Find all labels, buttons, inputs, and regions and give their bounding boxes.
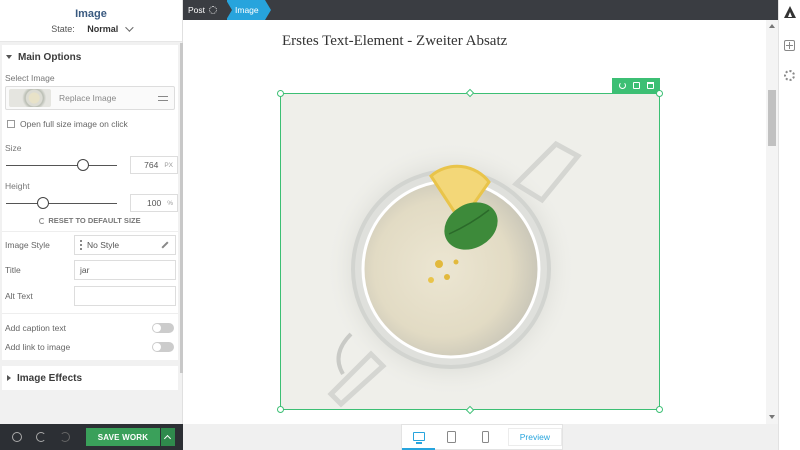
size-value: 764 bbox=[144, 160, 159, 170]
scroll-down-icon[interactable] bbox=[769, 415, 775, 419]
caret-right-icon bbox=[7, 375, 11, 381]
size-unit: PX bbox=[164, 161, 173, 169]
reset-label: RESET TO DEFAULT SIZE bbox=[48, 216, 141, 225]
device-switcher: Preview bbox=[401, 424, 563, 450]
height-control: 100 % bbox=[2, 193, 178, 213]
breadcrumb-image[interactable]: Image bbox=[226, 0, 271, 20]
link-option: Add link to image bbox=[2, 337, 178, 356]
height-label: Height bbox=[5, 181, 30, 191]
save-options-button[interactable] bbox=[161, 428, 175, 446]
height-slider-handle[interactable] bbox=[36, 196, 49, 209]
size-slider-track[interactable] bbox=[6, 158, 118, 171]
image-toolbar bbox=[612, 78, 660, 93]
alt-text-label: Alt Text bbox=[5, 291, 33, 301]
state-label: State: bbox=[51, 24, 75, 34]
replace-image-label: Replace Image bbox=[59, 93, 117, 103]
history-icon[interactable] bbox=[12, 432, 22, 442]
tablet-view-button[interactable] bbox=[435, 424, 468, 450]
desktop-view-button[interactable] bbox=[402, 424, 436, 450]
alt-text-row: Alt Text bbox=[2, 283, 178, 309]
pencil-icon[interactable] bbox=[161, 240, 169, 249]
state-selector[interactable]: State: Normal bbox=[0, 23, 182, 34]
resize-handle-bottom-right[interactable] bbox=[656, 406, 663, 413]
image-style-select[interactable]: No Style bbox=[74, 234, 176, 255]
tablet-icon bbox=[447, 431, 457, 443]
main-options-header[interactable]: Main Options bbox=[2, 45, 178, 69]
panel-header: Image State: Normal bbox=[0, 0, 182, 42]
chevron-down-icon bbox=[124, 23, 134, 32]
size-slider-handle[interactable] bbox=[76, 158, 89, 171]
right-toolbar bbox=[778, 0, 800, 450]
settings-panel: Image State: Normal Main Options Select … bbox=[0, 0, 183, 450]
panel-scroll-area: Main Options Select Image Replace Image … bbox=[0, 43, 180, 420]
title-label: Title bbox=[5, 265, 21, 275]
jar-photo bbox=[281, 94, 659, 409]
image-style-label: Image Style bbox=[5, 239, 50, 250]
replace-image-button[interactable]: Replace Image bbox=[5, 86, 175, 110]
caption-label: Add caption text bbox=[5, 322, 66, 333]
panel-title: Image bbox=[75, 8, 107, 20]
image-effects-header[interactable]: Image Effects bbox=[2, 366, 178, 390]
selected-image[interactable] bbox=[280, 93, 660, 410]
add-element-icon[interactable] bbox=[784, 40, 795, 51]
caption-toggle[interactable] bbox=[152, 322, 174, 333]
link-toggle[interactable] bbox=[152, 341, 174, 352]
image-style-row: Image Style No Style bbox=[2, 231, 178, 257]
size-control: 764 PX bbox=[2, 155, 178, 175]
state-value: Normal bbox=[87, 24, 119, 34]
drag-dots-icon bbox=[80, 239, 82, 250]
redo-icon[interactable] bbox=[60, 432, 70, 442]
gear-icon[interactable] bbox=[209, 6, 218, 14]
title-input[interactable]: jar bbox=[74, 260, 176, 280]
size-label: Size bbox=[5, 143, 22, 153]
resize-handle-top-left[interactable] bbox=[277, 90, 284, 97]
breadcrumb-post[interactable]: Post bbox=[183, 0, 227, 20]
image-effects-title: Image Effects bbox=[17, 372, 83, 384]
canvas-scroll-thumb[interactable] bbox=[768, 90, 776, 146]
resize-handle-bottom-left[interactable] bbox=[277, 406, 284, 413]
text-element-heading[interactable]: Erstes Text-Element - Zweiter Absatz bbox=[282, 33, 507, 50]
scroll-up-icon[interactable] bbox=[769, 24, 775, 28]
image-thumbnail bbox=[9, 89, 51, 107]
breadcrumb-post-label: Post bbox=[188, 5, 206, 15]
main-options-title: Main Options bbox=[18, 51, 82, 63]
caption-option: Add caption text bbox=[2, 318, 178, 337]
height-input[interactable]: 100 % bbox=[130, 194, 178, 212]
image-style-value: No Style bbox=[87, 239, 120, 250]
swap-icon bbox=[158, 94, 168, 102]
delete-icon[interactable] bbox=[646, 82, 654, 89]
link-label: Add link to image bbox=[5, 341, 71, 352]
open-full-size-checkbox[interactable] bbox=[7, 120, 15, 128]
select-image-label: Select Image bbox=[5, 73, 55, 83]
size-input[interactable]: 764 PX bbox=[130, 156, 178, 174]
reset-size-button[interactable]: RESET TO DEFAULT SIZE bbox=[2, 216, 178, 231]
desktop-icon bbox=[412, 431, 425, 444]
reset-icon bbox=[39, 218, 46, 224]
mobile-icon bbox=[481, 431, 489, 443]
height-slider-track[interactable] bbox=[6, 196, 118, 209]
canvas-scrollbar[interactable] bbox=[766, 20, 778, 424]
open-full-size-label: Open full size image on click bbox=[20, 119, 128, 129]
height-value: 100 bbox=[147, 198, 162, 208]
duplicate-icon[interactable] bbox=[632, 82, 640, 89]
preview-button[interactable]: Preview bbox=[507, 428, 562, 446]
open-full-size-option[interactable]: Open full size image on click bbox=[2, 118, 178, 130]
toggle-group: Add caption text Add link to image bbox=[2, 313, 178, 360]
undo-icon[interactable] bbox=[36, 432, 46, 442]
mobile-view-button[interactable] bbox=[469, 424, 502, 450]
panel-footer: SAVE WORK bbox=[0, 424, 183, 450]
breadcrumb-image-label: Image bbox=[235, 5, 259, 15]
save-work-button[interactable]: SAVE WORK bbox=[86, 428, 160, 446]
image-effects-section: Image Effects bbox=[2, 366, 178, 390]
main-options-section: Main Options Select Image Replace Image … bbox=[2, 45, 178, 360]
logo-icon[interactable] bbox=[784, 6, 796, 18]
height-unit: % bbox=[167, 199, 173, 207]
title-row: Title jar bbox=[2, 257, 178, 283]
rotate-icon[interactable] bbox=[618, 82, 626, 89]
caret-down-icon bbox=[6, 55, 12, 59]
breadcrumb-bar: Post Image bbox=[183, 0, 778, 20]
settings-gear-icon[interactable] bbox=[784, 70, 795, 81]
alt-text-input[interactable] bbox=[74, 286, 176, 306]
resize-handle-top-right[interactable] bbox=[656, 90, 663, 97]
